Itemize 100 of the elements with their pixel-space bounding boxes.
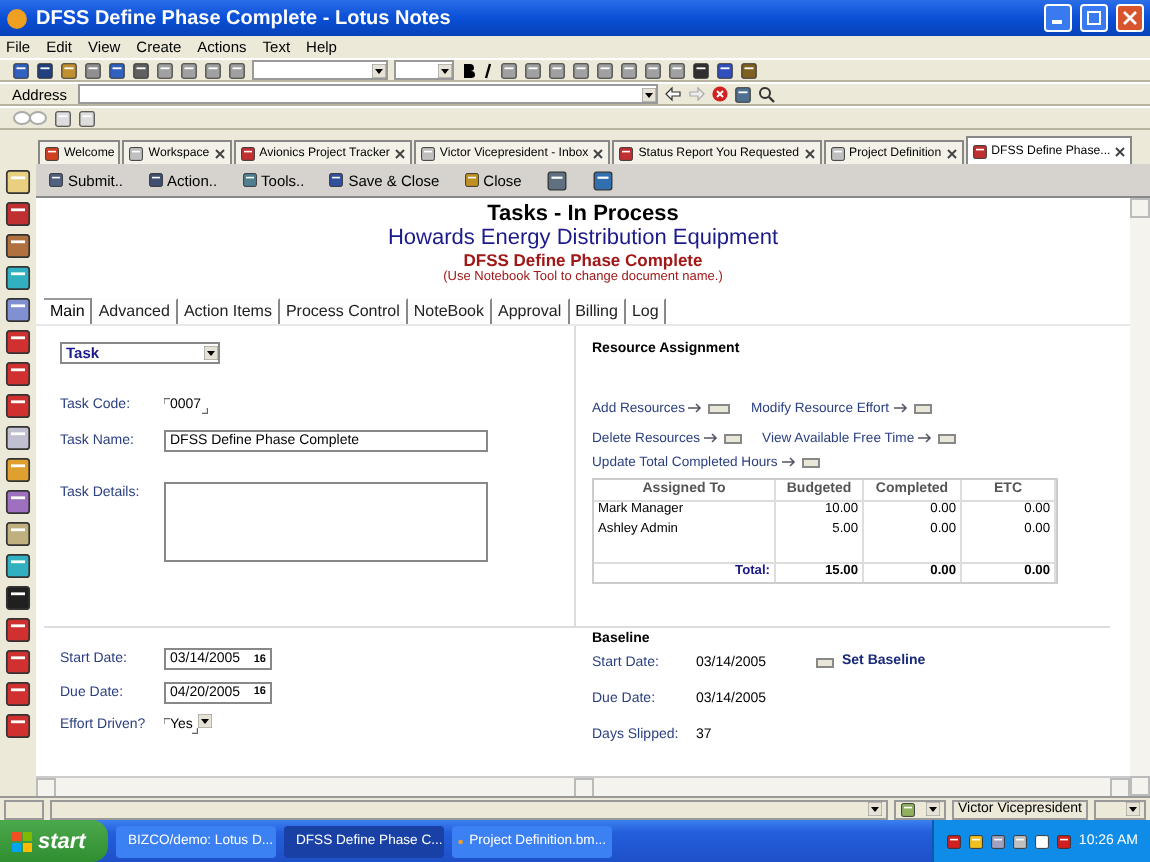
- bookmark-icon[interactable]: [4, 456, 32, 484]
- bookmark-icon[interactable]: [4, 232, 32, 260]
- caret-icon[interactable]: [641, 87, 656, 101]
- bookmark-icon[interactable]: [4, 392, 32, 420]
- toolbar-icon[interactable]: [620, 61, 638, 79]
- toolbar-icon[interactable]: [156, 61, 174, 79]
- bold-icon[interactable]: [460, 61, 476, 79]
- toolbar-icon[interactable]: [180, 61, 198, 79]
- close-icon[interactable]: [1114, 145, 1127, 157]
- toolbar-icon[interactable]: [204, 61, 222, 79]
- small-button[interactable]: [708, 403, 731, 413]
- stop-icon[interactable]: [711, 86, 728, 102]
- tray-icon[interactable]: [968, 833, 985, 849]
- document-icon: [128, 145, 145, 161]
- vertical-scrollbar[interactable]: [1130, 198, 1150, 796]
- bookmark-icon[interactable]: [4, 264, 32, 292]
- arrow-icon: [704, 432, 721, 444]
- form-tab[interactable]: Approval: [492, 298, 570, 324]
- action-icon: [147, 172, 164, 188]
- bookmark-icon[interactable]: [4, 584, 32, 612]
- close-icon[interactable]: [945, 147, 958, 159]
- bookmark-icon[interactable]: [4, 552, 32, 580]
- document-icon: [971, 143, 988, 159]
- toolbar-icon[interactable]: [596, 61, 614, 79]
- form-tab[interactable]: Billing: [569, 298, 626, 324]
- small-button[interactable]: [724, 433, 743, 443]
- toolbar-icon[interactable]: [132, 61, 150, 79]
- italic-icon[interactable]: [482, 61, 494, 79]
- toolbar-icon[interactable]: [84, 61, 102, 79]
- toolbar-icon[interactable]: [572, 61, 590, 79]
- bookmark-icon[interactable]: [4, 488, 32, 516]
- small-button[interactable]: [816, 658, 834, 668]
- close-icon[interactable]: [393, 147, 406, 159]
- toolbar-icon[interactable]: [228, 61, 246, 79]
- tray-icon[interactable]: [946, 833, 963, 849]
- bookmark-icon[interactable]: [4, 616, 32, 644]
- search-icon[interactable]: [757, 85, 776, 103]
- tray-icon[interactable]: [990, 833, 1007, 849]
- toolbar-icon[interactable]: [108, 61, 126, 79]
- back-icon[interactable]: [663, 86, 682, 102]
- form-tab[interactable]: Advanced: [92, 298, 178, 324]
- bookmark-icon[interactable]: [4, 200, 32, 228]
- toolbar-icon[interactable]: [36, 61, 54, 79]
- caret-icon[interactable]: [926, 802, 940, 816]
- bookmark-icon[interactable]: [4, 520, 32, 548]
- form-tab[interactable]: Main: [44, 298, 93, 324]
- horizontal-scrollbar[interactable]: [36, 776, 1130, 796]
- toolbar-icon[interactable]: [12, 61, 30, 79]
- caret-icon[interactable]: [868, 802, 882, 816]
- toolbar-icon[interactable]: [740, 61, 758, 79]
- form-title: Tasks - In Process: [487, 202, 679, 226]
- close-icon[interactable]: [803, 147, 816, 159]
- toolbar-icon[interactable]: [644, 61, 662, 79]
- bookmark-icon[interactable]: [4, 328, 32, 356]
- status-field[interactable]: [894, 799, 946, 819]
- bookmark-icon[interactable]: [4, 712, 32, 740]
- toolbar-icon[interactable]: [60, 61, 78, 79]
- minimize-button[interactable]: [1044, 4, 1072, 32]
- tray-icon[interactable]: [1056, 833, 1073, 849]
- bookmark-icon[interactable]: [4, 424, 32, 452]
- small-button[interactable]: [801, 457, 820, 467]
- bookmark-icon[interactable]: [4, 680, 32, 708]
- arrow-icon: [893, 402, 909, 414]
- arrow-icon: [688, 402, 705, 414]
- bookmark-icon[interactable]: [4, 168, 32, 196]
- toolbar-icon[interactable]: [668, 61, 686, 79]
- toolbar-icon[interactable]: [716, 61, 734, 79]
- start-button[interactable]: start: [0, 820, 108, 862]
- document-icon: [239, 145, 256, 161]
- caret-icon[interactable]: [1126, 802, 1140, 816]
- bookmark-icon[interactable]: [4, 360, 32, 388]
- toolbar-icon[interactable]: [78, 109, 96, 127]
- bookmark-icon[interactable]: [4, 296, 32, 324]
- action-icon: [241, 172, 258, 188]
- toolbar-icon[interactable]: [591, 169, 614, 191]
- close-icon[interactable]: [592, 147, 605, 159]
- address-field[interactable]: [77, 84, 658, 104]
- document-icon: [829, 145, 846, 161]
- close-button[interactable]: [1116, 4, 1144, 32]
- toolbar-icon[interactable]: [524, 61, 542, 79]
- caret-icon[interactable]: [372, 63, 386, 77]
- document-icon: [419, 145, 436, 161]
- dropdown-icon[interactable]: [198, 714, 213, 729]
- toolbar-icon[interactable]: [548, 61, 566, 79]
- close-icon[interactable]: [213, 147, 226, 159]
- app-icon: [6, 7, 28, 29]
- small-button[interactable]: [938, 433, 957, 443]
- task-details-field[interactable]: [164, 482, 488, 562]
- tray-icon[interactable]: [1012, 833, 1029, 849]
- small-button[interactable]: [913, 403, 931, 413]
- toolbar-icon[interactable]: [500, 61, 518, 79]
- maximize-button[interactable]: [1080, 4, 1108, 32]
- toolbar-icon[interactable]: [692, 61, 710, 79]
- bookmark-icon[interactable]: [4, 648, 32, 676]
- tray-icon[interactable]: [1034, 833, 1051, 849]
- arrow-icon: [918, 432, 935, 444]
- caret-icon[interactable]: [204, 346, 218, 360]
- status-field[interactable]: [1094, 799, 1146, 819]
- caret-icon[interactable]: [438, 63, 452, 77]
- document-icon: [44, 145, 60, 161]
